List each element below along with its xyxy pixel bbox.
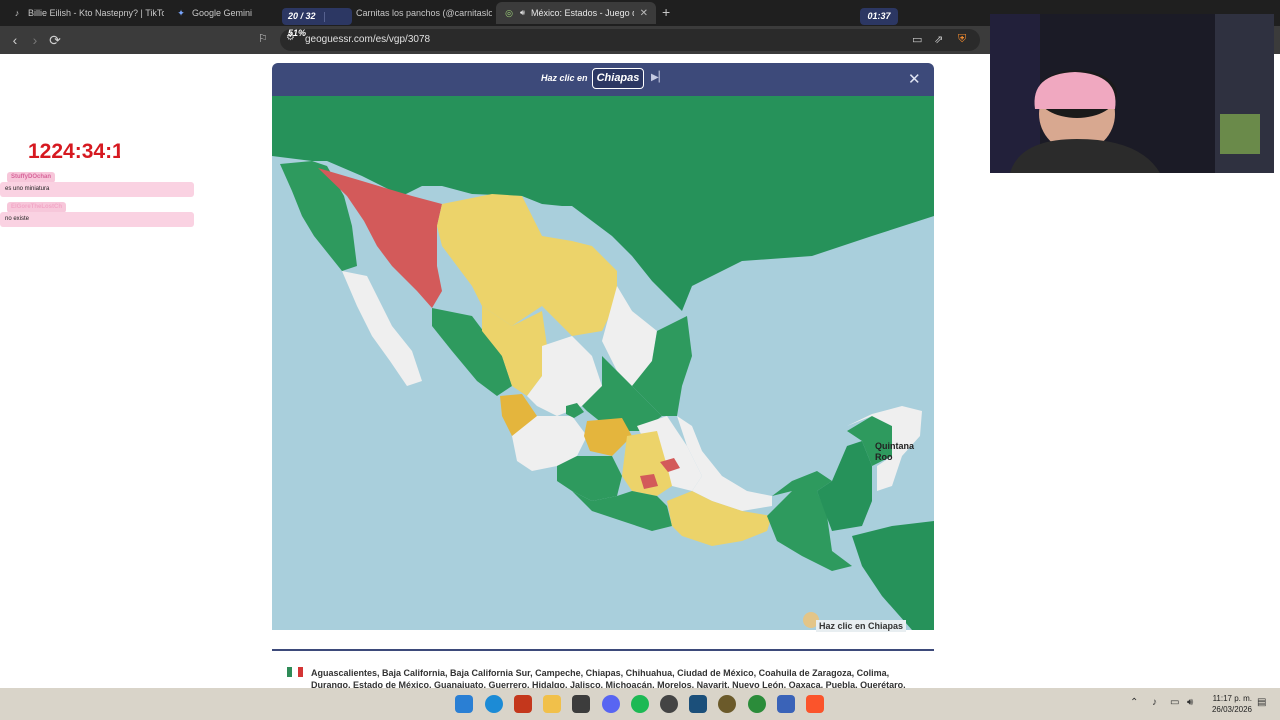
app-icon[interactable] xyxy=(718,695,736,713)
tab-label: Google Gemini xyxy=(192,8,253,18)
new-tab-button[interactable]: + xyxy=(662,4,670,20)
progress-pill: 20 / 32 51% xyxy=(282,8,352,38)
tab-tiktok-carnitas[interactable]: ♪ Carnitas los panchos (@carnitaslospa xyxy=(332,2,492,24)
chat-message: no existe xyxy=(0,212,194,227)
brave-shield-icon[interactable]: ⛨ xyxy=(958,33,966,46)
tab-geoguessr-mexico[interactable]: ◎ 🔊︎ México: Estados - Juego de M ✕ xyxy=(496,2,656,24)
map-hint: Haz clic en Chiapas xyxy=(816,620,907,632)
state-baja-california-sur xyxy=(342,271,422,386)
bookmark-icon[interactable]: ⚐ xyxy=(258,32,268,45)
game-timer: 01:37 xyxy=(860,8,898,25)
taskbar-clock[interactable]: 11:17 p. m. 26/03/2026 xyxy=(1206,693,1252,715)
mexico-flag-icon xyxy=(287,667,303,677)
state-coahuila xyxy=(542,236,617,336)
windows-start-icon[interactable] xyxy=(455,695,473,713)
speaker-icon: 🔊︎ xyxy=(520,8,526,17)
tab-label: Carnitas los panchos (@carnitaslospa xyxy=(356,8,492,18)
tab-tiktok-billie[interactable]: ♪ Billie Eilish - Kto Nastepny? | TikTok xyxy=(4,2,164,24)
network-icon[interactable]: ▭ xyxy=(1170,697,1179,708)
url-text: geoguessr.com/es/vgp/3078 xyxy=(305,34,431,45)
state-michoacan xyxy=(557,456,622,501)
mexico-map[interactable] xyxy=(272,96,934,630)
state-guanajuato xyxy=(584,418,632,456)
quintana-roo-label: Quintana Roo xyxy=(875,441,915,462)
back-button[interactable]: ‹ xyxy=(5,30,25,50)
webcam-overlay xyxy=(990,14,1274,173)
discord-icon[interactable] xyxy=(602,695,620,713)
central-america-land xyxy=(852,521,934,630)
volume-icon[interactable]: 🔊︎ xyxy=(1187,697,1193,708)
app-icon[interactable] xyxy=(514,695,532,713)
geoguessr-icon: ◎ xyxy=(505,8,513,18)
steam-icon[interactable] xyxy=(689,695,707,713)
obs-icon[interactable] xyxy=(572,695,590,713)
tab-close-icon[interactable]: ✕ xyxy=(640,8,648,19)
brave-icon[interactable] xyxy=(806,695,824,713)
divider xyxy=(272,649,934,651)
windows-taskbar xyxy=(0,688,1280,720)
progress-percent: 51% xyxy=(288,28,307,38)
address-bar[interactable]: ⚙ geoguessr.com/es/vgp/3078 xyxy=(280,29,980,51)
tab-label: Billie Eilish - Kto Nastepny? | TikTok xyxy=(28,8,164,18)
close-icon[interactable]: ✕ xyxy=(908,70,921,88)
gemini-icon: ✦ xyxy=(177,8,185,18)
clock-time: 11:17 p. m. xyxy=(1212,694,1252,703)
tab-label: México: Estados - Juego de M xyxy=(531,8,634,18)
edge-icon[interactable] xyxy=(485,695,503,713)
share-icon[interactable]: ⇗ xyxy=(934,33,943,46)
skip-icon[interactable]: ▶▏ xyxy=(651,72,666,83)
prompt-label: Haz clic en xyxy=(541,73,588,83)
clock-date: 26/03/2026 xyxy=(1211,705,1252,714)
xbox-icon[interactable] xyxy=(748,695,766,713)
chevron-up-icon[interactable]: ⌃ xyxy=(1130,697,1138,708)
states-list: Aguascalientes, Baja California, Baja Ca… xyxy=(311,668,906,688)
file-explorer-icon[interactable] xyxy=(543,695,561,713)
state-chihuahua xyxy=(437,194,542,326)
tiktok-icon: ♪ xyxy=(14,8,20,18)
chat-message: es uno miniatura xyxy=(0,182,194,197)
spotify-icon[interactable] xyxy=(631,695,649,713)
forward-button[interactable]: › xyxy=(25,30,45,50)
reload-button[interactable]: ⟳ xyxy=(45,30,65,50)
notification-icon[interactable]: ▤ xyxy=(1257,697,1266,708)
stream-timer: 1224:34:1 xyxy=(28,140,120,163)
app-icon[interactable] xyxy=(777,695,795,713)
microphone-icon[interactable]: ♪ xyxy=(1152,697,1157,708)
target-state: Chiapas xyxy=(592,68,644,89)
progress-count: 20 / 32 xyxy=(288,11,316,21)
app-icon[interactable] xyxy=(660,695,678,713)
cast-icon[interactable]: ▭ xyxy=(912,33,922,46)
